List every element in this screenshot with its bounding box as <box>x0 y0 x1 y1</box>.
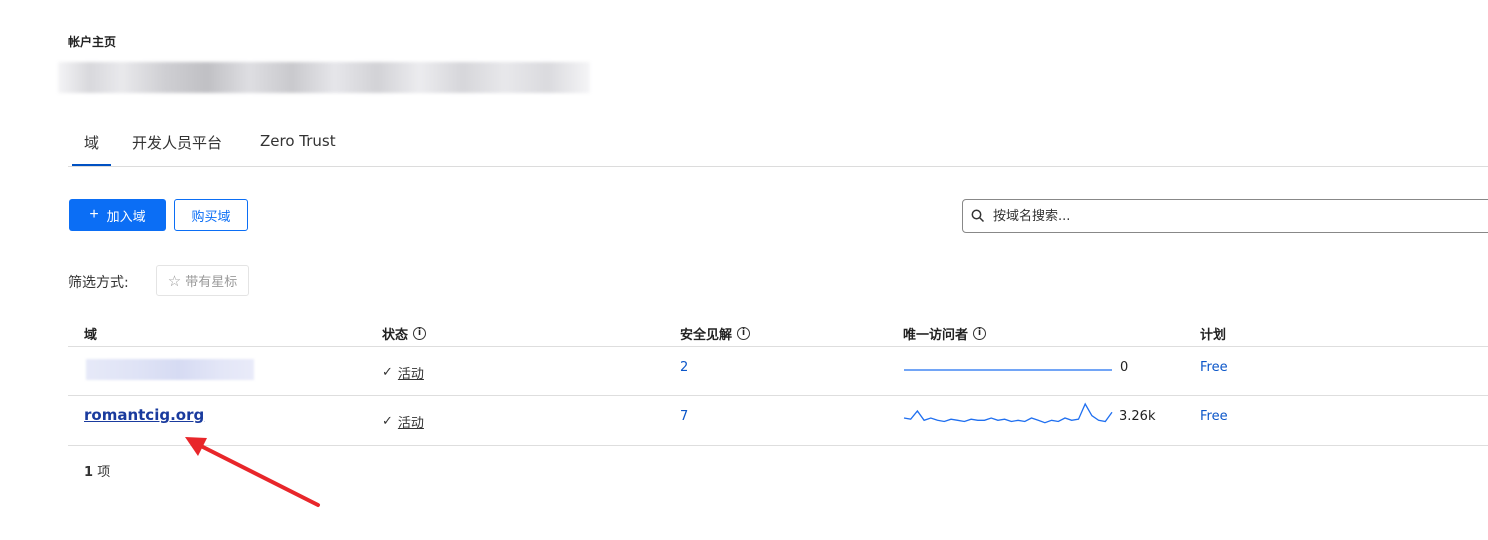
plan-link[interactable]: Free <box>1200 360 1228 375</box>
check-icon: ✓ <box>382 365 393 380</box>
star-icon: ☆ <box>167 271 182 290</box>
column-header-visitors[interactable]: 唯一访问者 i <box>903 324 987 343</box>
tab-domains[interactable]: 域 <box>71 132 112 166</box>
security-insights-link[interactable]: 2 <box>680 360 688 375</box>
result-count: 1 项 <box>84 465 111 480</box>
divider <box>68 395 1488 396</box>
starred-filter-label: 带有星标 <box>185 275 238 290</box>
check-icon: ✓ <box>382 414 393 429</box>
info-icon[interactable]: i <box>413 327 427 340</box>
status-cell: ✓ 活动 <box>382 412 424 431</box>
breadcrumb[interactable]: 帐户主页 <box>68 33 116 50</box>
status-label[interactable]: 活动 <box>398 412 424 431</box>
search-box[interactable] <box>962 199 1488 233</box>
security-insights-link[interactable]: 7 <box>680 409 688 424</box>
add-domain-label: 加入域 <box>106 208 146 224</box>
tab-developer-platform[interactable]: 开发人员平台 <box>132 132 222 153</box>
info-icon[interactable]: i <box>973 327 987 340</box>
info-icon[interactable]: i <box>737 327 751 340</box>
column-header-insights[interactable]: 安全见解 i <box>680 324 751 343</box>
tab-bar: 域 开发人员平台 Zero Trust <box>68 122 1488 167</box>
visitors-value: 0 <box>1120 360 1129 375</box>
add-domain-button[interactable]: + 加入域 <box>69 199 166 231</box>
domain-link[interactable]: romantcig.org <box>84 406 204 424</box>
column-header-domain[interactable]: 域 <box>84 324 97 343</box>
status-cell: ✓ 活动 <box>382 363 424 382</box>
domain-name-redacted[interactable] <box>86 359 254 380</box>
starred-filter-button[interactable]: ☆ 带有星标 <box>156 265 249 296</box>
divider <box>68 346 1488 347</box>
column-header-plan[interactable]: 计划 <box>1200 324 1226 343</box>
filter-label: 筛选方式: <box>68 275 129 291</box>
plan-link[interactable]: Free <box>1200 409 1228 424</box>
tab-zero-trust[interactable]: Zero Trust <box>260 132 336 150</box>
plus-icon: + <box>89 206 99 223</box>
visitors-sparkline <box>903 402 1113 424</box>
red-arrow-annotation <box>185 437 320 507</box>
account-title-redacted <box>58 62 590 93</box>
search-icon <box>971 209 985 223</box>
buy-domain-button[interactable]: 购买域 <box>174 199 248 231</box>
visitors-value: 3.26k <box>1119 409 1156 424</box>
search-input[interactable] <box>991 207 1475 225</box>
visitors-sparkline <box>904 369 1112 371</box>
status-label[interactable]: 活动 <box>398 363 424 382</box>
column-header-status[interactable]: 状态 i <box>382 324 427 343</box>
